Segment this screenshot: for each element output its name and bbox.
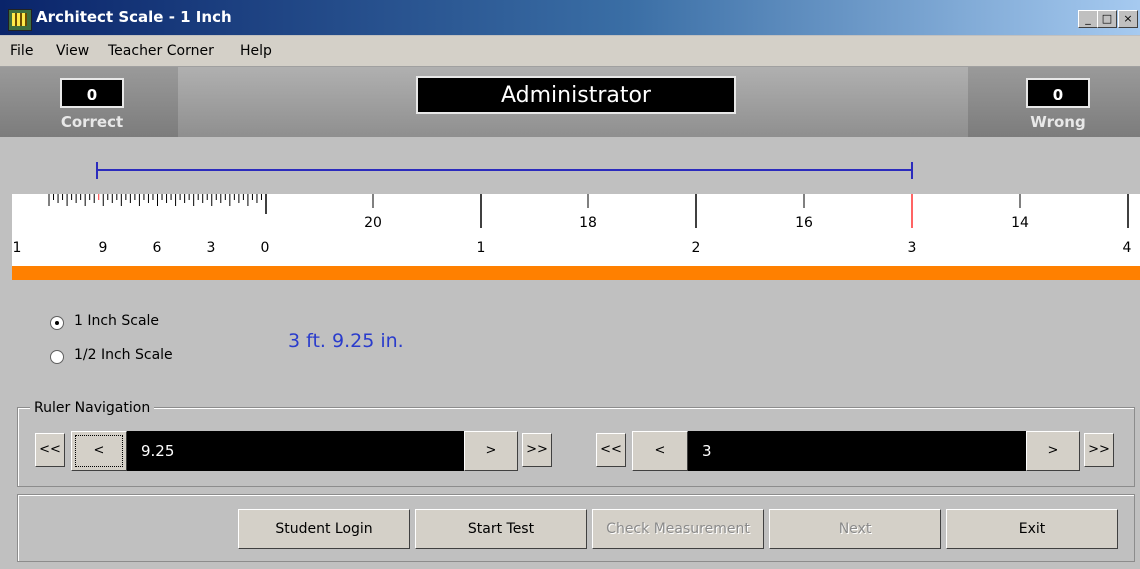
ruler-label-left-1: 1 — [13, 240, 22, 256]
ruler-label-0: 0 — [261, 240, 270, 256]
left-first-button[interactable]: << — [35, 433, 65, 467]
right-prev-button[interactable]: < — [632, 431, 688, 471]
app-icon — [8, 9, 32, 31]
half-inch-scale-radio[interactable] — [50, 350, 64, 364]
correct-label: Correct — [60, 113, 124, 131]
maximize-button[interactable]: □ — [1097, 10, 1117, 28]
correct-count: 0 — [60, 78, 124, 108]
exit-button[interactable]: Exit — [946, 509, 1118, 549]
ruler-label-2: 2 — [692, 240, 701, 256]
ruler-body — [12, 194, 1140, 266]
ruler-band — [12, 266, 1140, 280]
wrong-label: Wrong — [1030, 113, 1086, 131]
next-button[interactable]: Next — [769, 509, 941, 549]
left-value-field[interactable]: 9.25 — [127, 431, 464, 471]
menu-help[interactable]: Help — [240, 43, 272, 59]
left-last-button[interactable]: >> — [522, 433, 552, 467]
left-prev-button[interactable]: < — [71, 431, 127, 471]
ruler-label-3: 3 — [207, 240, 216, 256]
right-next-button[interactable]: > — [1026, 431, 1080, 471]
one-inch-scale-radio[interactable] — [50, 316, 64, 330]
ruler-label-6: 6 — [153, 240, 162, 256]
user-name-display: Administrator — [416, 76, 736, 114]
right-value-field[interactable]: 3 — [688, 431, 1026, 471]
half-inch-scale-label[interactable]: 1/2 Inch Scale — [74, 347, 173, 363]
ruler[interactable]: 20 18 16 14 1 9 6 3 0 1 2 3 4 — [0, 150, 1140, 282]
ruler-label-4: 4 — [1123, 240, 1132, 256]
window-title: Architect Scale - 1 Inch — [36, 8, 232, 26]
one-inch-scale-label[interactable]: 1 Inch Scale — [74, 313, 159, 329]
right-first-button[interactable]: << — [596, 433, 626, 467]
left-next-button[interactable]: > — [464, 431, 518, 471]
ruler-label-20: 20 — [364, 215, 382, 231]
wrong-count: 0 — [1026, 78, 1090, 108]
menu-file[interactable]: File — [10, 43, 33, 59]
start-test-button[interactable]: Start Test — [415, 509, 587, 549]
menu-view[interactable]: View — [56, 43, 89, 59]
menu-bar: File View Teacher Corner Help — [0, 36, 1140, 67]
ruler-label-1: 1 — [477, 240, 486, 256]
measurement-readout: 3 ft. 9.25 in. — [288, 330, 404, 352]
ruler-label-18: 18 — [579, 215, 597, 231]
minimize-button[interactable]: _ — [1078, 10, 1098, 28]
close-button[interactable]: × — [1118, 10, 1138, 28]
menu-teacher-corner[interactable]: Teacher Corner — [108, 43, 214, 59]
student-login-button[interactable]: Student Login — [238, 509, 410, 549]
ruler-label-16: 16 — [795, 215, 813, 231]
ruler-label-9: 9 — [99, 240, 108, 256]
check-measurement-button[interactable]: Check Measurement — [592, 509, 764, 549]
ruler-label-14: 14 — [1011, 215, 1029, 231]
ruler-navigation-legend: Ruler Navigation — [30, 400, 155, 416]
ruler-label-3ft: 3 — [908, 240, 917, 256]
right-last-button[interactable]: >> — [1084, 433, 1114, 467]
